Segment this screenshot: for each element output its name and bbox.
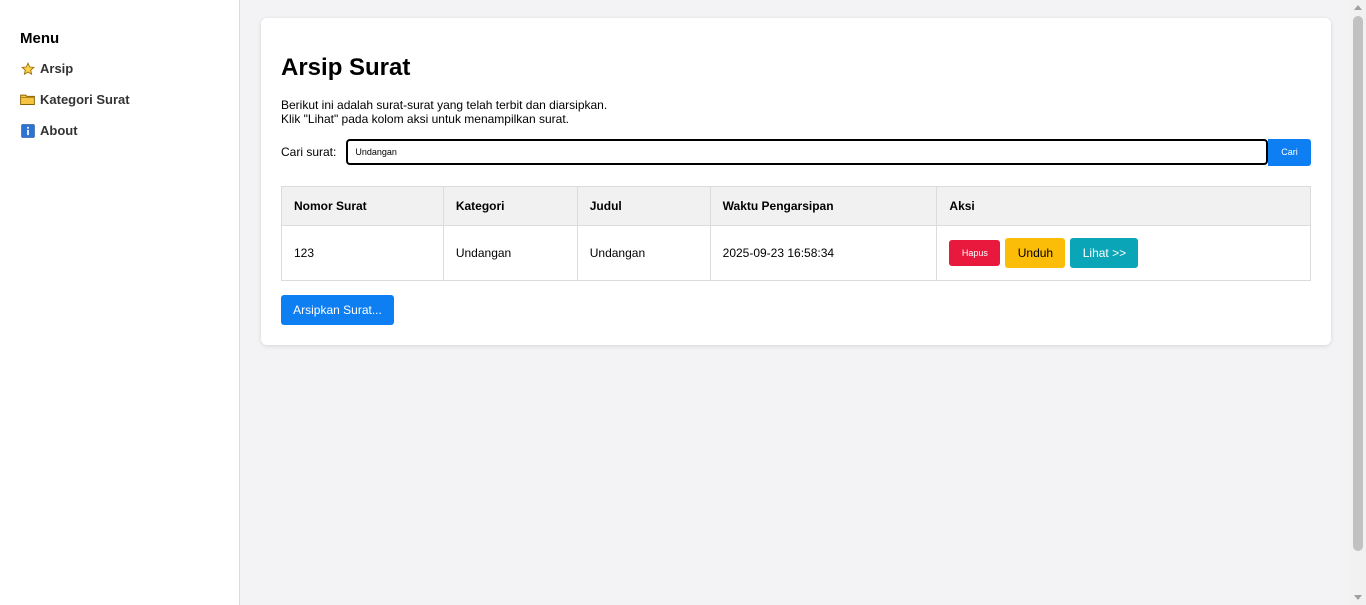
scroll-down-icon[interactable] [1354,595,1362,600]
sidebar: Menu Arsip Kategori Surat About [0,0,240,605]
cell-kategori: Undangan [442,225,578,281]
delete-button[interactable]: Hapus [949,240,1001,266]
description-line: Klik "Lihat" pada kolom aksi untuk menam… [281,112,569,126]
app-layout: Menu Arsip Kategori Surat About Arsip Su… [0,0,1366,605]
cell-nomor-surat: 123 [281,225,444,281]
cell-waktu: 2025-09-23 16:58:34 [709,225,938,281]
view-button[interactable]: Lihat >> [1070,238,1139,268]
star-icon [20,61,35,76]
info-icon [20,123,35,138]
column-header-kategori: Kategori [442,186,578,226]
download-button[interactable]: Unduh [1005,238,1066,268]
menu-title: Menu [20,30,60,47]
page-description: Berikut ini adalah surat-surat yang tela… [281,98,607,126]
sidebar-item-label: About [40,123,78,138]
main-content: Arsip Surat Berikut ini adalah surat-sur… [241,0,1350,605]
archive-letter-button[interactable]: Arsipkan Surat... [281,295,394,325]
page-title: Arsip Surat [281,54,411,81]
scroll-thumb[interactable] [1353,16,1363,551]
vertical-scrollbar[interactable] [1350,0,1366,605]
cell-judul: Undangan [576,225,711,281]
folder-icon [20,92,35,107]
column-header-judul: Judul [576,186,711,226]
scroll-up-icon[interactable] [1354,5,1362,10]
table-row: 123 Undangan Undangan 2025-09-23 16:58:3… [281,225,1311,281]
column-header-waktu: Waktu Pengarsipan [709,186,938,226]
search-button[interactable]: Cari [1268,138,1311,166]
sidebar-item-about[interactable]: About [20,115,239,146]
cell-aksi: Hapus Unduh Lihat >> [936,225,1311,281]
search-label: Cari surat: [281,145,337,159]
search-form: Cari surat: Cari [281,138,1311,166]
sidebar-item-arsip[interactable]: Arsip [20,53,239,84]
column-header-aksi: Aksi [936,186,1311,226]
sidebar-item-label: Arsip [40,61,74,76]
description-line: Berikut ini adalah surat-surat yang tela… [281,98,608,112]
sidebar-item-kategori-surat[interactable]: Kategori Surat [20,84,239,115]
archive-table: Nomor Surat Kategori Judul Waktu Pengars… [281,186,1311,281]
archive-card: Arsip Surat Berikut ini adalah surat-sur… [261,18,1331,345]
table-header-row: Nomor Surat Kategori Judul Waktu Pengars… [281,186,1311,226]
search-input[interactable] [346,139,1268,165]
column-header-nomor-surat: Nomor Surat [281,186,444,226]
sidebar-item-label: Kategori Surat [40,92,130,107]
